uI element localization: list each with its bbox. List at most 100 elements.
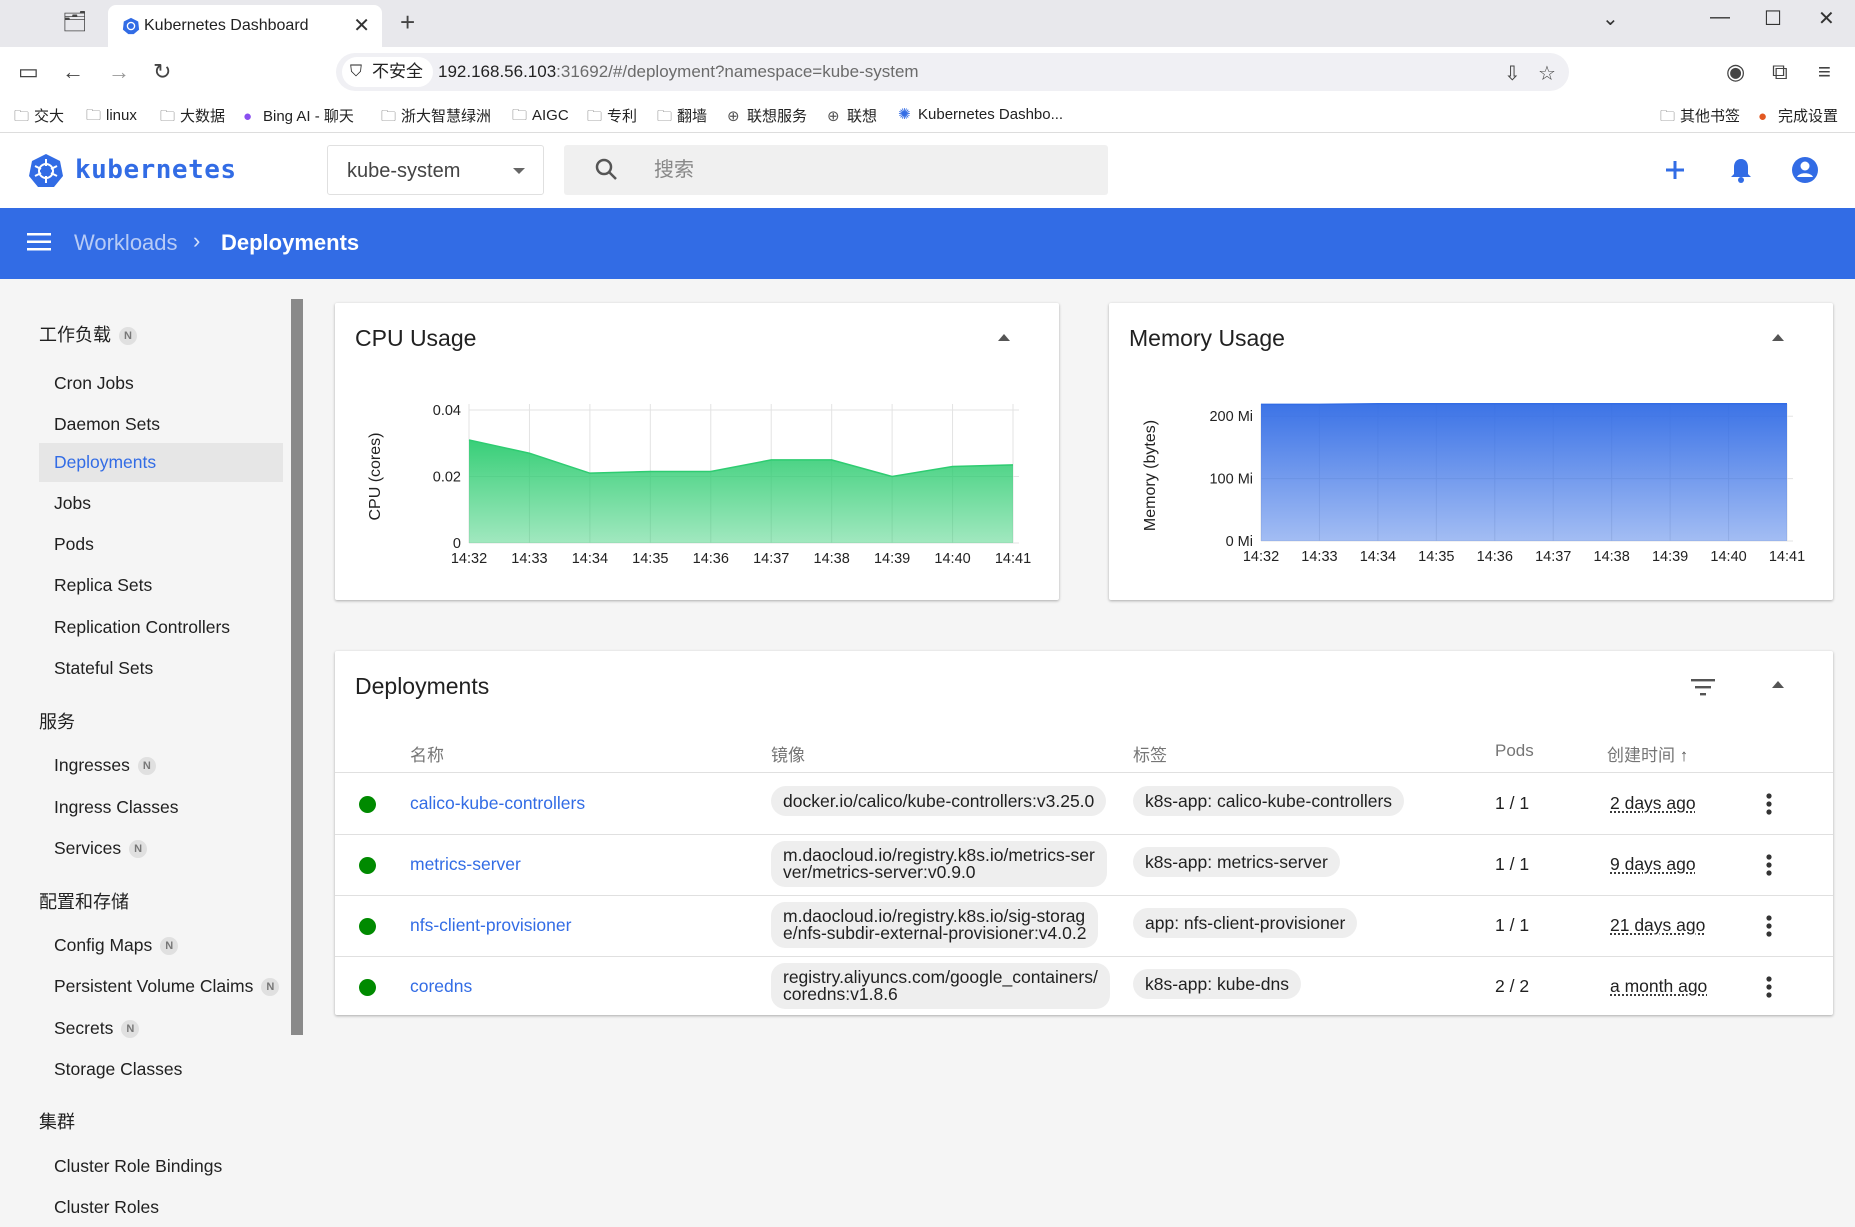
url-field[interactable]: ⛉ 不安全 192.168.56.103:31692/#/deployment?… [336,53,1569,91]
dropdown-caret-icon [513,168,525,174]
security-indicator[interactable]: ⛉ 不安全 [342,57,433,87]
x-tick-label: 14:33 [1301,549,1337,565]
logo-text[interactable]: kubernetes [75,155,237,185]
namespace-selector[interactable]: kube-system [327,145,544,195]
deployment-name-link[interactable]: nfs-client-provisioner [410,915,571,936]
notifications-bell-icon[interactable] [1726,155,1756,185]
status-running-icon [359,918,376,935]
sidebar-item-cluster-role-bindings[interactable]: Cluster Role Bindings [39,1147,283,1186]
sidebar-item-replica-sets[interactable]: Replica Sets [39,566,283,605]
tab-list-chevron-icon[interactable]: ⌄ [1602,6,1619,31]
column-header-labels[interactable]: 标签 [1133,741,1167,766]
new-tab-icon[interactable]: + [400,7,415,38]
kubernetes-logo-icon[interactable] [28,153,64,189]
back-icon[interactable]: ← [62,59,84,85]
browser-tab[interactable]: Kubernetes Dashboard ✕ [108,5,382,47]
bookmark-item[interactable]: ● Bing AI - 聊天 [243,105,354,126]
deployment-name-link[interactable]: metrics-server [410,854,521,875]
more-actions-icon[interactable] [1766,975,1772,999]
image-chip: docker.io/calico/kube-controllers:v3.25.… [771,786,1107,816]
column-header-pods[interactable]: Pods [1495,741,1534,761]
browser-menu-icon[interactable]: ≡ [1818,59,1831,85]
deployments-card-title: Deployments [355,673,490,699]
sidebar-section-config-storage[interactable]: 配置和存储 [39,888,129,914]
bookmark-star-icon[interactable]: ☆ [1538,61,1556,86]
tab-close-icon[interactable]: ✕ [353,13,370,38]
sidebar-item-pods[interactable]: Pods [39,525,283,564]
tab-collections-icon[interactable]: 🗂 [62,10,87,34]
folder-icon: 🗀 [657,108,673,125]
column-header-image[interactable]: 镜像 [771,741,805,766]
sidebar-item-persistent-volume-claims[interactable]: Persistent Volume Claims N [39,967,283,1006]
table-header: 名称 镜像 标签 Pods 创建时间 ↑ [335,729,1833,773]
folder-icon: 🗀 [160,108,176,125]
close-window-icon[interactable]: ✕ [1818,6,1835,31]
sidebar-section-cluster[interactable]: 集群 [39,1108,75,1134]
bookmark-item[interactable]: 🗀 linux [86,105,137,130]
more-actions-icon[interactable] [1766,853,1772,877]
more-actions-icon[interactable] [1766,792,1772,816]
sidebar-item-config-maps[interactable]: Config Maps N [39,926,283,965]
add-resource-icon[interactable] [1660,155,1690,185]
deployment-name-link[interactable]: coredns [410,976,472,997]
sidebar-toggle-icon[interactable]: ▭ [18,59,39,85]
bookmark-item[interactable]: 🗀 翻墙 [657,105,707,131]
sidebar-item-cluster-roles[interactable]: Cluster Roles [39,1188,283,1227]
new-badge: N [137,757,156,776]
bookmark-item[interactable]: ✺ Kubernetes Dashbo... [898,105,1063,123]
bookmark-item[interactable]: 🗀 大数据 [160,105,225,131]
bookmark-item[interactable]: ⊕ 联想 [827,105,877,126]
kubernetes-icon: ✺ [898,106,911,123]
folder-icon: 🗀 [381,108,397,125]
deployments-card: Deployments 名称 镜像 标签 Pods 创建时间 ↑ calico-… [335,651,1833,1015]
sidebar-item-daemon-sets[interactable]: Daemon Sets [39,405,283,444]
bookmark-item[interactable]: 🗀 交大 [14,105,64,131]
install-app-icon[interactable]: ⇩ [1504,61,1521,86]
bookmark-item[interactable]: 🗀 专利 [587,105,637,131]
x-tick-label: 14:39 [874,551,910,567]
sidebar-item-cron-jobs[interactable]: Cron Jobs [39,364,283,403]
sidebar-item-ingresses[interactable]: Ingresses N [39,746,283,785]
sidebar-item-secrets[interactable]: Secrets N [39,1009,283,1048]
sidebar-item-deployments[interactable]: Deployments [39,443,283,482]
shield-warning-icon: ⛉ [350,63,363,80]
created-age: 2 days ago [1610,793,1696,813]
folder-icon: 🗀 [86,107,102,124]
maximize-icon[interactable]: ☐ [1764,6,1782,31]
sidebar-section-services[interactable]: 服务 [39,708,75,734]
sidebar-item-ingress-classes[interactable]: Ingress Classes [39,788,283,827]
filter-list-icon[interactable] [1691,678,1715,696]
search-input[interactable] [654,155,1074,185]
table-row: calico-kube-controllers docker.io/calico/… [335,774,1833,835]
breadcrumb-workloads[interactable]: Workloads [74,230,178,256]
column-header-created[interactable]: 创建时间 ↑ [1607,741,1688,766]
column-header-name[interactable]: 名称 [410,741,444,766]
sidebar-item-storage-classes[interactable]: Storage Classes [39,1050,283,1089]
profile-icon[interactable]: ◉ [1726,59,1745,85]
minimize-icon[interactable]: — [1710,6,1730,29]
collapse-card-icon[interactable] [1772,681,1784,688]
forward-icon[interactable]: → [108,59,130,85]
x-tick-label: 14:38 [814,551,850,567]
bookmark-item[interactable]: ● 完成设置 [1758,105,1838,126]
account-icon[interactable] [1790,155,1820,185]
status-running-icon [359,979,376,996]
sidebar-item-services[interactable]: Services N [39,829,283,868]
reload-icon[interactable]: ↻ [153,59,171,85]
extensions-icon[interactable]: ⧉ [1772,59,1788,85]
sidebar-scrollbar[interactable] [291,299,303,1035]
bookmark-item[interactable]: 🗀 AIGC [512,105,569,130]
bookmark-item[interactable]: 🗀 其他书签 [1660,105,1740,131]
bookmark-item[interactable]: ⊕ 联想服务 [727,105,807,126]
memory-usage-chart: 14:32 14:33 14:34 14:35 14:36 14:37 14:38 14:39… [1142,403,1805,565]
sidebar-item-stateful-sets[interactable]: Stateful Sets [39,649,283,688]
sidebar-item-jobs[interactable]: Jobs [39,484,283,523]
sidebar-item-replication-controllers[interactable]: Replication Controllers [39,608,283,647]
deployment-name-link[interactable]: calico-kube-controllers [410,793,585,814]
search-icon[interactable] [594,157,618,181]
memory-usage-card: Memory Usage 14:32 14:33 14:34 14:35 14:36 14… [1109,303,1833,600]
sidebar-section-workloads[interactable]: 工作负载 N [39,321,137,347]
hamburger-menu-icon[interactable] [27,232,51,252]
bookmark-item[interactable]: 🗀 浙大智慧绿洲 [381,105,491,131]
more-actions-icon[interactable] [1766,914,1772,938]
